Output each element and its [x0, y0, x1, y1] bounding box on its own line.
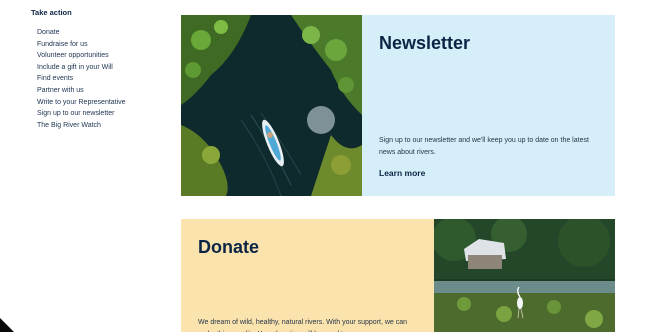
sidebar-item-gift-in-will[interactable]: Include a gift in your Will	[37, 62, 171, 74]
take-action-sidebar: Take action Donate Fundraise for us Volu…	[31, 8, 171, 131]
donate-description: We dream of wild, healthy, natural river…	[198, 319, 408, 332]
corner-shape	[0, 318, 14, 332]
aerial-river-paddleboard-image	[181, 15, 362, 196]
newsletter-image	[181, 15, 362, 196]
donate-card[interactable]: Donate We dream of wild, healthy, natura…	[181, 219, 615, 332]
sidebar-list: Donate Fundraise for us Volunteer opport…	[31, 27, 171, 131]
sidebar-item-volunteer[interactable]: Volunteer opportunities	[37, 50, 171, 62]
sidebar-item-donate[interactable]: Donate	[37, 27, 171, 39]
sidebar-item-partner[interactable]: Partner with us	[37, 85, 171, 97]
sidebar-item-find-events[interactable]: Find events	[37, 73, 171, 85]
newsletter-card[interactable]: Newsletter Sign up to our newsletter and…	[181, 15, 615, 196]
newsletter-title: Newsletter	[379, 33, 471, 53]
river-heron-image	[434, 219, 615, 332]
sidebar-heading: Take action	[31, 8, 72, 17]
sidebar-item-big-river-watch[interactable]: The Big River Watch	[37, 120, 171, 132]
sidebar-item-fundraise[interactable]: Fundraise for us	[37, 39, 171, 51]
newsletter-learn-more-link[interactable]: Learn more	[379, 168, 425, 178]
donate-image	[434, 219, 615, 332]
donate-title: Donate	[198, 237, 260, 257]
sidebar-item-newsletter[interactable]: Sign up to our newsletter	[37, 108, 171, 120]
newsletter-description: Sign up to our newsletter and we'll keep…	[379, 137, 589, 156]
sidebar-item-write-representative[interactable]: Write to your Representative	[37, 97, 171, 109]
